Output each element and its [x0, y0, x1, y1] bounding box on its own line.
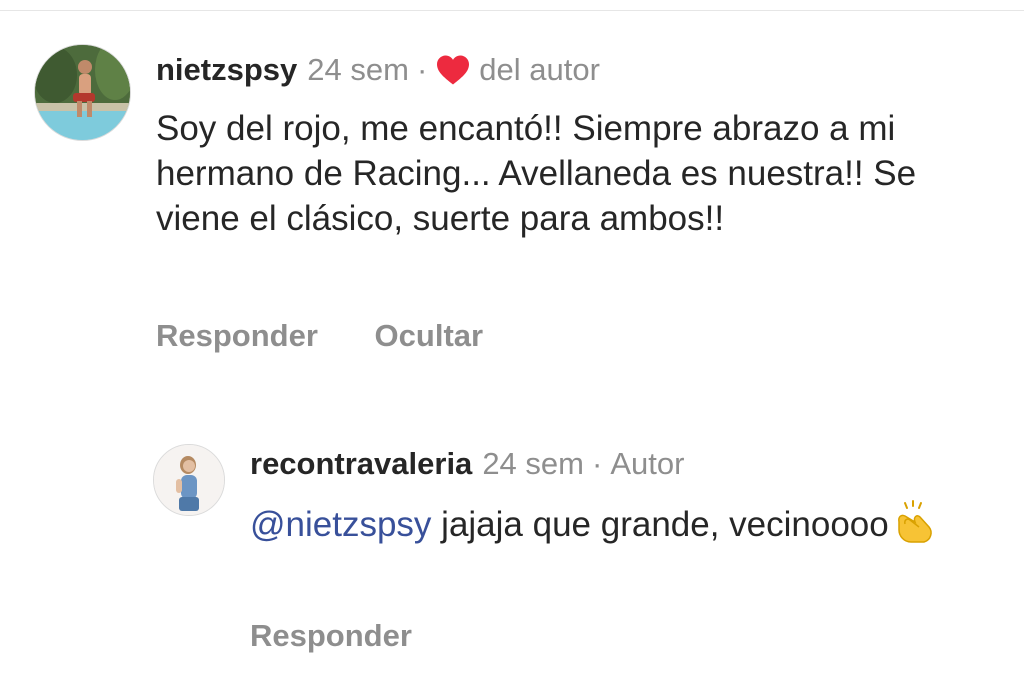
separator: ·: [591, 446, 603, 481]
top-divider: [0, 10, 1024, 11]
hide-button[interactable]: Ocultar: [375, 318, 484, 353]
heart-icon: [435, 54, 471, 86]
username[interactable]: nietzspsy: [156, 52, 297, 88]
comment-text: Soy del rojo, me encantó!! Siempre abraz…: [156, 109, 917, 238]
clapping-hands-icon: [891, 500, 937, 555]
avatar[interactable]: [34, 44, 131, 141]
comment-meta: recontravaleria 24 sem · Autor: [250, 446, 684, 482]
reply-button[interactable]: Responder: [156, 318, 318, 353]
author-badge: Autor: [610, 446, 685, 481]
mention-link[interactable]: @nietzspsy: [250, 505, 431, 544]
reply-button[interactable]: Responder: [250, 618, 412, 653]
reply-text: jajaja que grande, vecinoooo: [431, 505, 889, 544]
timestamp[interactable]: 24 sem: [307, 52, 409, 88]
username[interactable]: recontravaleria: [250, 446, 472, 482]
timestamp[interactable]: 24 sem: [482, 446, 584, 482]
comment-actions: Responder: [250, 618, 412, 654]
comment-text: @nietzspsy jajaja que grande, vecinoooo: [250, 500, 950, 555]
user-avatar-pool-icon: [35, 45, 130, 140]
separator: ·: [416, 52, 428, 87]
user-avatar-portrait-icon: [154, 445, 224, 515]
liked-by-author-label: del autor: [479, 52, 600, 87]
comment-actions: Responder Ocultar: [156, 318, 483, 354]
avatar[interactable]: [153, 444, 225, 516]
comment-meta: nietzspsy 24 sem · del autor: [156, 52, 600, 88]
